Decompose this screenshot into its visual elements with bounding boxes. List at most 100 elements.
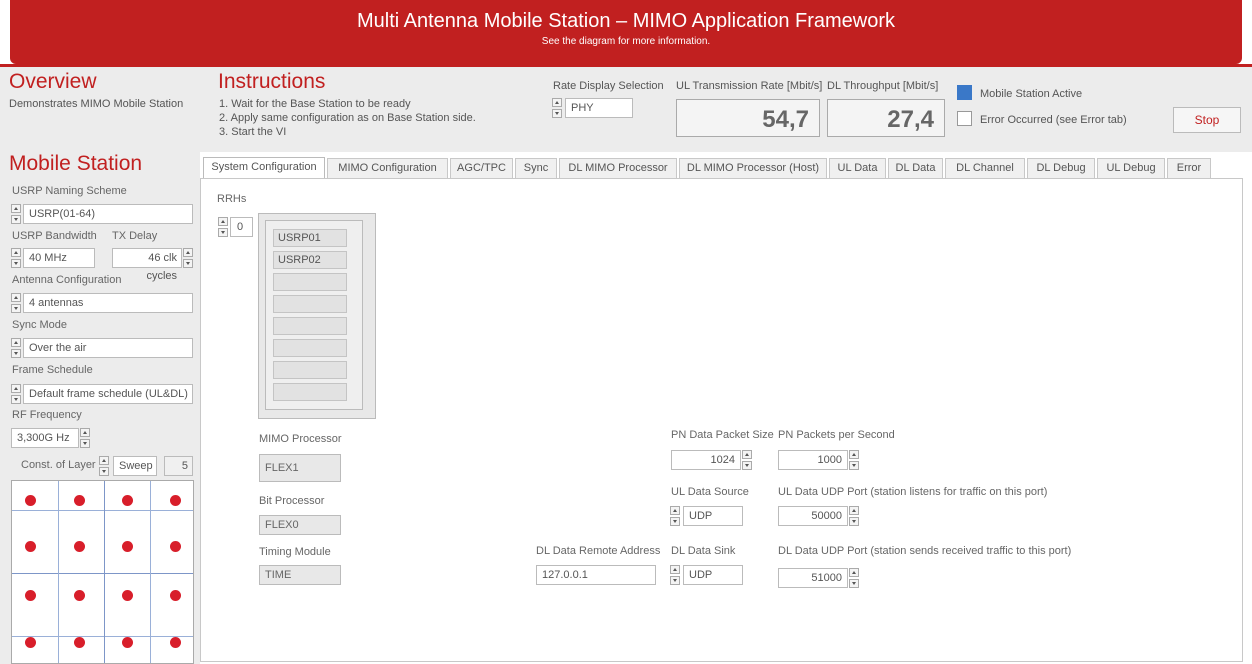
tab-dl-data[interactable]: DL Data	[888, 158, 943, 178]
ul-source-spinner[interactable]	[670, 506, 680, 526]
rate-display-spinner[interactable]	[552, 98, 562, 118]
constellation-point	[170, 495, 181, 506]
error-label: Error Occurred (see Error tab)	[980, 114, 1127, 126]
bandwidth-label: USRP Bandwidth	[12, 230, 97, 242]
frame-select[interactable]: Default frame schedule (UL&DL)	[23, 384, 193, 404]
bit-processor-label: Bit Processor	[259, 495, 325, 507]
txdelay-spinner[interactable]	[183, 248, 193, 268]
pn-pps-label: PN Packets per Second	[778, 429, 895, 441]
tab-dl-debug[interactable]: DL Debug	[1027, 158, 1095, 178]
dl-rate-indicator: 27,4	[827, 99, 945, 137]
pn-size-input[interactable]: 1024	[671, 450, 741, 470]
rrh-item[interactable]	[273, 295, 347, 313]
rrh-item[interactable]	[273, 383, 347, 401]
ul-port-spinner[interactable]	[849, 506, 859, 526]
overview-title: Overview	[9, 70, 97, 93]
left-panel: Mobile Station USRP Naming Scheme USRP(0…	[0, 152, 200, 664]
rrhs-label: RRHs	[217, 193, 247, 205]
naming-select[interactable]: USRP(01-64)	[23, 204, 193, 224]
station-active-led	[957, 85, 972, 100]
pn-pps-spinner[interactable]	[849, 450, 859, 470]
rrh-item[interactable]: USRP01	[273, 229, 347, 247]
constellation-point	[122, 541, 133, 552]
rf-label: RF Frequency	[12, 409, 82, 421]
rrh-item[interactable]	[273, 361, 347, 379]
overview-text: Demonstrates MIMO Mobile Station	[9, 98, 184, 110]
antenna-select[interactable]: 4 antennas	[23, 293, 193, 313]
rf-spinner[interactable]	[80, 428, 90, 448]
tab-error[interactable]: Error	[1167, 158, 1211, 178]
pn-size-label: PN Data Packet Size	[671, 429, 774, 441]
tab-ul-data[interactable]: UL Data	[829, 158, 886, 178]
dl-port-spinner[interactable]	[849, 568, 859, 588]
rate-display-select[interactable]: PHY	[565, 98, 633, 118]
tab-mimo-configuration[interactable]: MIMO Configuration	[327, 158, 448, 178]
dl-addr-input[interactable]: 127.0.0.1	[536, 565, 656, 585]
rate-display-label: Rate Display Selection	[553, 80, 664, 92]
instructions-title: Instructions	[218, 70, 326, 93]
stop-button[interactable]: Stop	[1173, 107, 1241, 133]
dl-port-label: DL Data UDP Port (station sends received…	[778, 545, 1072, 557]
txdelay-label: TX Delay	[112, 230, 158, 242]
station-active-label: Mobile Station Active	[980, 88, 1083, 100]
rrh-index-spinner[interactable]	[218, 217, 228, 237]
const-mode-spinner[interactable]	[99, 456, 109, 476]
sync-spinner[interactable]	[11, 338, 21, 358]
tab-agc-tpc[interactable]: AGC/TPC	[450, 158, 513, 178]
frame-spinner[interactable]	[11, 384, 21, 404]
constellation-point	[122, 637, 133, 648]
sync-label: Sync Mode	[12, 319, 68, 331]
pn-pps-input[interactable]: 1000	[778, 450, 848, 470]
ul-source-select[interactable]: UDP	[683, 506, 743, 526]
dl-sink-label: DL Data Sink	[671, 545, 736, 557]
pn-size-spinner[interactable]	[742, 450, 752, 470]
dl-rate-label: DL Throughput [Mbit/s]	[827, 80, 939, 92]
antenna-label: Antenna Configuration	[12, 274, 122, 286]
bandwidth-spinner[interactable]	[11, 248, 21, 268]
grid-line	[12, 636, 193, 637]
const-mode-select[interactable]: Sweep	[113, 456, 157, 476]
mimo-processor-label: MIMO Processor	[259, 433, 342, 445]
grid-line	[12, 573, 193, 574]
ul-source-label: UL Data Source	[671, 486, 749, 498]
tab-sync[interactable]: Sync	[515, 158, 557, 178]
rrh-item[interactable]	[273, 317, 347, 335]
sync-select[interactable]: Over the air	[23, 338, 193, 358]
constellation-point	[74, 495, 85, 506]
ul-port-input[interactable]: 50000	[778, 506, 848, 526]
bit-processor-value: FLEX0	[259, 515, 341, 535]
instruction-step-3: 3. Start the VI	[219, 126, 287, 138]
app-title: Multi Antenna Mobile Station – MIMO Appl…	[356, 10, 896, 32]
const-label: Const. of Layer	[21, 459, 96, 471]
ul-rate-indicator: 54,7	[676, 99, 820, 137]
naming-spinner[interactable]	[11, 204, 21, 224]
tab-dl-channel[interactable]: DL Channel	[945, 158, 1025, 178]
const-layer-input[interactable]: 5	[164, 456, 193, 476]
dl-addr-label: DL Data Remote Address	[536, 545, 661, 557]
dl-sink-spinner[interactable]	[670, 565, 680, 585]
tab-system-configuration[interactable]: System Configuration	[203, 157, 325, 179]
constellation-plot	[11, 480, 194, 664]
dl-sink-select[interactable]: UDP	[683, 565, 743, 585]
tab-dl-mimo-processor[interactable]: DL MIMO Processor	[559, 158, 677, 178]
app-header: Multi Antenna Mobile Station – MIMO Appl…	[10, 0, 1242, 64]
tab-dl-mimo-processor-host[interactable]: DL MIMO Processor (Host)	[679, 158, 827, 178]
rrh-item[interactable]: USRP02	[273, 251, 347, 269]
rrh-item[interactable]	[273, 273, 347, 291]
ul-port-label: UL Data UDP Port (station listens for tr…	[778, 486, 1048, 498]
constellation-point	[170, 541, 181, 552]
error-led	[957, 111, 972, 126]
antenna-spinner[interactable]	[11, 293, 21, 313]
constellation-point	[74, 541, 85, 552]
mimo-processor-value: FLEX1	[259, 454, 341, 482]
constellation-point	[25, 495, 36, 506]
dl-port-input[interactable]: 51000	[778, 568, 848, 588]
txdelay-input[interactable]: 46 clk cycles	[112, 248, 182, 282]
constellation-point	[170, 590, 181, 601]
tab-ul-debug[interactable]: UL Debug	[1097, 158, 1165, 178]
ul-rate-label: UL Transmission Rate [Mbit/s]	[676, 80, 823, 92]
rf-input[interactable]: 3,300G Hz	[11, 428, 79, 448]
rrh-item[interactable]	[273, 339, 347, 357]
bandwidth-select[interactable]: 40 MHz	[23, 248, 95, 268]
rrh-index-input[interactable]: 0	[230, 217, 253, 237]
